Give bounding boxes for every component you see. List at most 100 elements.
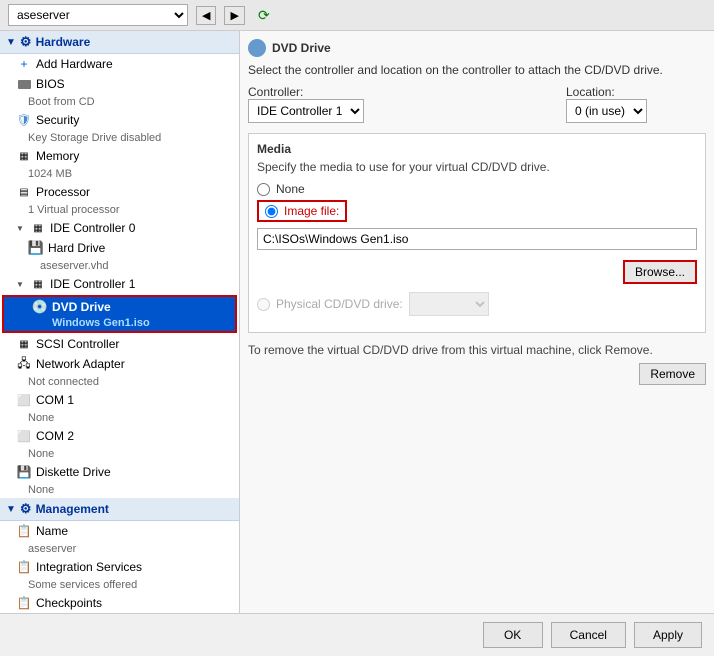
sidebar-item-ide-controller-0[interactable]: ▼ ▦ IDE Controller 0 xyxy=(0,218,239,238)
sidebar-item-aseserver-vhd[interactable]: aseserver.vhd xyxy=(0,258,239,274)
sidebar-item-security[interactable]: 🛡 Security xyxy=(0,110,239,130)
dvd-iso-label: Windows Gen1.iso xyxy=(52,317,150,329)
integration-value-label: Some services offered xyxy=(28,579,137,591)
image-path-input[interactable] xyxy=(257,228,697,250)
sidebar-item-add-hardware[interactable]: + Add Hardware xyxy=(0,54,239,74)
left-panel: ▼ ⚙ Hardware + Add Hardware BIOS Boot fr… xyxy=(0,31,240,613)
dvd-drive-panel-label: DVD Drive xyxy=(272,41,331,55)
apply-button[interactable]: Apply xyxy=(634,622,702,648)
browse-button[interactable]: Browse... xyxy=(623,260,697,284)
dvd-drive-label: DVD Drive xyxy=(52,300,111,314)
sidebar-item-integration-services[interactable]: 📋 Integration Services xyxy=(0,557,239,577)
scsi-icon: ▦ xyxy=(16,336,32,352)
ok-button[interactable]: OK xyxy=(483,622,543,648)
sidebar-item-not-connected[interactable]: Not connected xyxy=(0,374,239,390)
integration-icon: 📋 xyxy=(16,559,32,575)
sidebar-item-scsi-controller[interactable]: ▦ SCSI Controller xyxy=(0,334,239,354)
management-label: Management xyxy=(36,502,109,516)
sidebar-item-diskette-drive[interactable]: 💾 Diskette Drive xyxy=(0,462,239,482)
add-hardware-icon: + xyxy=(16,56,32,72)
security-icon: 🛡 xyxy=(16,112,32,128)
sidebar-item-bios[interactable]: BIOS xyxy=(0,74,239,94)
processor-icon: ▤ xyxy=(16,184,32,200)
ide1-expand-icon: ▼ xyxy=(16,280,26,289)
network-label: Network Adapter xyxy=(36,357,125,371)
sidebar-item-com1-none[interactable]: None xyxy=(0,410,239,426)
memory-size-label: 1024 MB xyxy=(28,168,72,180)
hardware-icon: ⚙ xyxy=(20,34,32,50)
name-value-label: aseserver xyxy=(28,543,76,555)
com2-none-label: None xyxy=(28,448,54,460)
dvd-drive-icon: 💿 xyxy=(32,299,48,315)
remove-btn-row: Remove xyxy=(248,363,706,385)
hardware-section-header[interactable]: ▼ ⚙ Hardware xyxy=(0,31,239,54)
integration-label: Integration Services xyxy=(36,560,142,574)
virtual-processor-label: 1 Virtual processor xyxy=(28,204,120,216)
diskette-icon: 💾 xyxy=(16,464,32,480)
server-dropdown[interactable]: aseserver xyxy=(8,4,188,26)
aseserver-vhd-label: aseserver.vhd xyxy=(40,260,108,272)
checkpoints-icon: 📋 xyxy=(16,595,32,611)
sidebar-item-boot-from-cd[interactable]: Boot from CD xyxy=(0,94,239,110)
diskette-none-label: None xyxy=(28,484,54,496)
sidebar-item-memory-size[interactable]: 1024 MB xyxy=(0,166,239,182)
location-select[interactable]: 0 (in use) 1 xyxy=(566,99,647,123)
panel-title: DVD Drive xyxy=(248,39,706,57)
forward-button[interactable]: ▶ xyxy=(224,6,244,25)
physical-radio[interactable] xyxy=(257,298,270,311)
bios-label: BIOS xyxy=(36,77,65,91)
sidebar-item-network-adapter[interactable]: 🖧 Network Adapter xyxy=(0,354,239,374)
media-desc: Specify the media to use for your virtua… xyxy=(257,160,697,174)
management-section-header[interactable]: ▼ ⚙ Management xyxy=(0,498,239,521)
sidebar-item-key-storage[interactable]: Key Storage Drive disabled xyxy=(0,130,239,146)
sidebar-item-com1[interactable]: ⬜ COM 1 xyxy=(0,390,239,410)
sidebar-item-com2[interactable]: ⬜ COM 2 xyxy=(0,426,239,446)
controller-select[interactable]: IDE Controller 1 IDE Controller 0 xyxy=(248,99,364,123)
not-connected-label: Not connected xyxy=(28,376,99,388)
com1-icon: ⬜ xyxy=(16,392,32,408)
refresh-button[interactable]: ⟳ xyxy=(253,5,275,26)
none-radio[interactable] xyxy=(257,183,270,196)
memory-icon: ▦ xyxy=(16,148,32,164)
scsi-label: SCSI Controller xyxy=(36,337,119,351)
processor-label: Processor xyxy=(36,185,90,199)
media-section: Media Specify the media to use for your … xyxy=(248,133,706,333)
hard-drive-label: Hard Drive xyxy=(48,241,105,255)
none-radio-label[interactable]: None xyxy=(276,182,305,196)
ide0-expand-icon: ▼ xyxy=(16,224,26,233)
sidebar-item-integration-value[interactable]: Some services offered xyxy=(0,577,239,593)
image-file-radio[interactable] xyxy=(265,205,278,218)
cancel-button[interactable]: Cancel xyxy=(551,622,626,648)
checkpoints-label: Checkpoints xyxy=(36,596,102,610)
add-hardware-label: Add Hardware xyxy=(36,57,113,71)
image-file-radio-label[interactable]: Image file: xyxy=(284,204,339,218)
com1-none-label: None xyxy=(28,412,54,424)
hard-drive-icon: 💾 xyxy=(28,240,44,256)
sidebar-item-name[interactable]: 📋 Name xyxy=(0,521,239,541)
sidebar-item-ide-controller-1[interactable]: ▼ ▦ IDE Controller 1 xyxy=(0,274,239,294)
sidebar-item-processor[interactable]: ▤ Processor xyxy=(0,182,239,202)
hardware-expand-icon: ▼ xyxy=(6,37,16,48)
com2-label: COM 2 xyxy=(36,429,74,443)
ide1-icon: ▦ xyxy=(30,276,46,292)
sidebar-item-diskette-none[interactable]: None xyxy=(0,482,239,498)
management-icon: ⚙ xyxy=(20,501,32,517)
controller-label: Controller: xyxy=(248,85,554,99)
com2-icon: ⬜ xyxy=(16,428,32,444)
sidebar-item-memory[interactable]: ▦ Memory xyxy=(0,146,239,166)
sidebar-item-name-value[interactable]: aseserver xyxy=(0,541,239,557)
sidebar-item-checkpoints[interactable]: 📋 Checkpoints xyxy=(0,593,239,613)
image-file-radio-row: Image file: xyxy=(257,200,347,222)
none-radio-row: None xyxy=(257,182,697,196)
security-label: Security xyxy=(36,113,79,127)
title-bar: aseserver ◀ ▶ ⟳ xyxy=(0,0,714,31)
remove-button[interactable]: Remove xyxy=(639,363,706,385)
sidebar-item-com2-none[interactable]: None xyxy=(0,446,239,462)
sidebar-item-hard-drive[interactable]: 💾 Hard Drive xyxy=(0,238,239,258)
sidebar-item-virtual-processor[interactable]: 1 Virtual processor xyxy=(0,202,239,218)
media-title: Media xyxy=(257,142,697,156)
location-label: Location: xyxy=(566,85,706,99)
key-storage-label: Key Storage Drive disabled xyxy=(28,132,161,144)
back-button[interactable]: ◀ xyxy=(196,6,216,25)
sidebar-item-dvd-drive[interactable]: 💿 DVD Drive Windows Gen1.iso xyxy=(2,295,237,333)
